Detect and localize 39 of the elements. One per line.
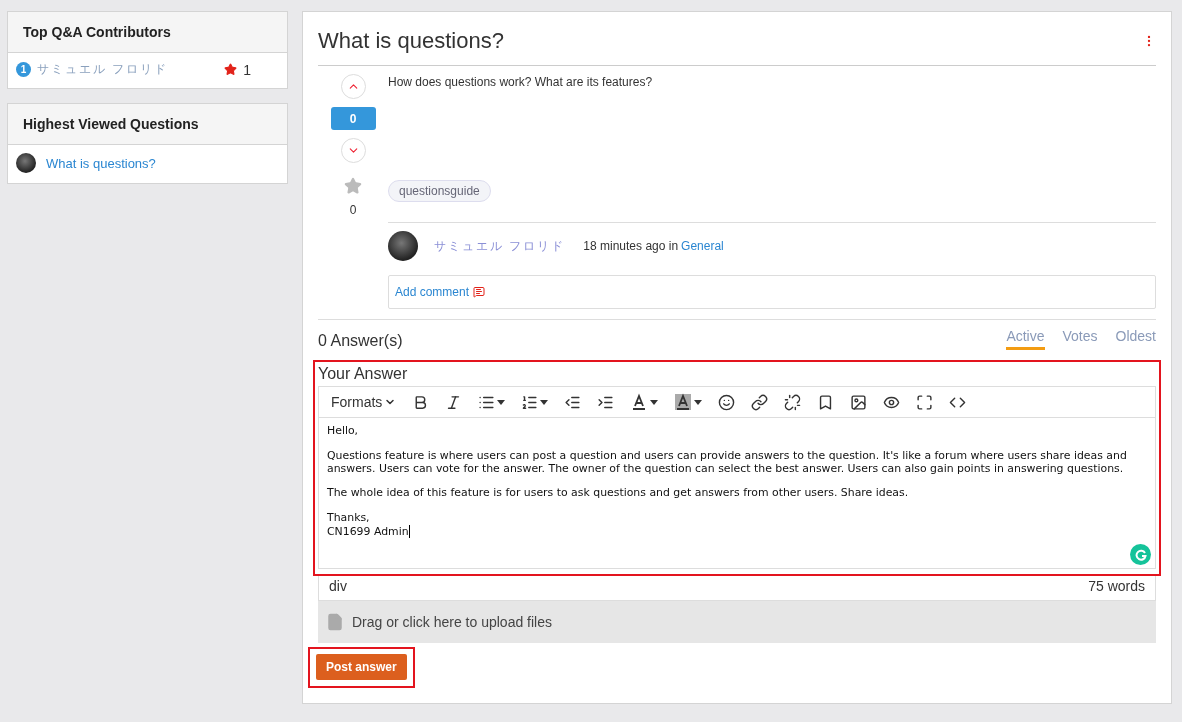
category-link[interactable]: General [681, 239, 724, 253]
sort-tab[interactable]: Active [1006, 328, 1045, 350]
author-link[interactable]: サミュエル フロリド [434, 237, 566, 255]
card-title: Highest Viewed Questions [8, 104, 287, 145]
answer-paragraph: Questions feature is where users can post a question and users can provide answers to the question. It's like a forum where users share ideas and answers. Users can vote for the answer. The owner of the question can select the best answer. Users can also gain points in answering questions. [327, 449, 1128, 476]
avatar [16, 153, 36, 173]
answer-paragraph: Thanks, CN1699 Admin [327, 512, 411, 538]
comment-icon [473, 286, 486, 298]
tag[interactable]: questionsguide [388, 180, 491, 202]
add-comment-link[interactable]: Add comment [395, 285, 470, 299]
author-avatar [388, 231, 418, 261]
sort-tab[interactable]: Votes [1062, 328, 1098, 350]
points-count: 1 [243, 61, 251, 78]
contributor-link[interactable]: サミュエル フロリド [37, 61, 219, 78]
answer-paragraph: Hello, [327, 425, 360, 438]
rank-badge: 1 [16, 62, 31, 77]
highlight-icon[interactable] [672, 391, 705, 413]
question-body: How does questions work? What are its features? [388, 75, 654, 89]
upload-dropzone[interactable]: Drag or click here to upload files [318, 601, 1156, 643]
word-count: 75 words [1088, 578, 1145, 594]
upload-hint: Drag or click here to upload files [352, 614, 552, 630]
vote-count: 0 [330, 107, 376, 130]
card-title: Top Q&A Contributors [8, 12, 287, 53]
favorite-count: 0 [349, 203, 357, 217]
sort-tab[interactable]: Oldest [1115, 328, 1156, 350]
editor-label: Your Answer [318, 365, 409, 383]
answer-paragraph: The whole idea of this feature is for users to ask questions and get answers from other users. Share ideas. [327, 487, 910, 500]
answer-count: 0 Answer(s) [318, 332, 403, 350]
star-icon [224, 63, 238, 76]
post-answer-button[interactable]: Post answer [316, 654, 407, 680]
favorite-star-icon[interactable] [344, 177, 362, 195]
formats-dropdown[interactable]: Formats [329, 392, 399, 412]
rich-text-editor[interactable] [318, 386, 1156, 569]
post-time: 18 minutes ago in [583, 239, 679, 253]
element-path: div [329, 578, 347, 594]
comment-field[interactable]: Add comment [388, 275, 1156, 309]
question-title: What is questions? [318, 28, 504, 54]
file-icon [326, 613, 344, 631]
question-link[interactable]: What is questions? [46, 155, 156, 171]
